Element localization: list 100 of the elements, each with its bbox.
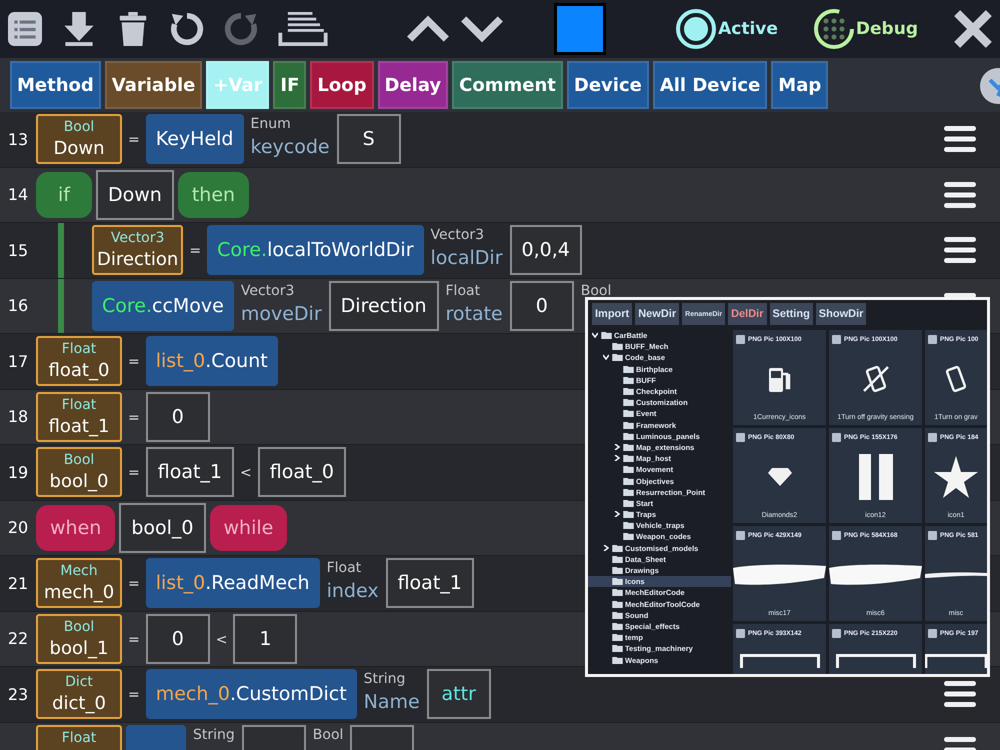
variable-name: float_0 xyxy=(48,359,110,383)
browser-button[interactable]: ShowDir xyxy=(816,303,866,325)
type-label: Float xyxy=(62,728,96,748)
type-label: Bool xyxy=(64,118,94,137)
operator-label: < xyxy=(239,465,253,482)
line-number: 19 xyxy=(8,462,28,482)
method-block[interactable]: Core.ccMove xyxy=(92,280,234,330)
category-tab[interactable]: Comment xyxy=(452,61,563,109)
line-number: 21 xyxy=(8,574,28,593)
operator-label: = xyxy=(127,576,141,592)
operator-label: = xyxy=(127,687,141,704)
keyword-block[interactable]: then xyxy=(178,172,250,218)
param-type-label: Vector3 xyxy=(430,226,486,245)
variable-block[interactable]: Vector3 Direction xyxy=(92,225,184,275)
keyword-block[interactable]: when xyxy=(36,504,116,550)
param-name: localDir xyxy=(430,246,503,271)
value-field[interactable]: 0 xyxy=(146,614,210,664)
value-field[interactable]: 0 xyxy=(510,280,574,330)
param-type-label: Vector3 xyxy=(240,282,296,300)
value-field[interactable]: 1 xyxy=(233,614,298,664)
value-field[interactable]: float_0 xyxy=(258,447,346,497)
toggle-label: Debug xyxy=(856,19,918,39)
variable-block[interactable]: Bool Down xyxy=(36,114,122,164)
category-tab[interactable]: Device xyxy=(566,61,649,109)
variable-block[interactable]: Dict dict_0 xyxy=(36,669,122,719)
method-block[interactable]: mech_0.CustomDict xyxy=(146,669,357,719)
value-field[interactable]: attr xyxy=(426,669,491,719)
category-tab[interactable]: Delay xyxy=(378,61,448,109)
keyword-block[interactable]: while xyxy=(210,504,288,550)
param-type-label: Enum xyxy=(250,115,292,134)
param-type-label: Bool xyxy=(312,726,344,744)
line-number: 23 xyxy=(8,684,28,704)
value-field[interactable]: Down xyxy=(96,170,174,220)
toggle-label: Active xyxy=(718,19,778,39)
operator-label: = xyxy=(127,465,141,482)
category-tab[interactable]: Loop xyxy=(310,61,374,109)
variable-name: Down xyxy=(53,137,104,161)
operator-label: = xyxy=(127,632,141,648)
value-field[interactable]: bool_0 xyxy=(119,502,206,552)
param-name: moveDir xyxy=(240,302,322,326)
variable-name: float_1 xyxy=(48,414,110,438)
line-number: 13 xyxy=(8,130,28,149)
line-number: 15 xyxy=(8,240,28,260)
variable-name: dict_0 xyxy=(52,692,106,716)
category-tab[interactable]: All Device xyxy=(652,61,768,109)
variable-block[interactable]: Float xyxy=(36,724,122,750)
value-field[interactable]: S xyxy=(336,114,401,164)
type-label: Bool xyxy=(64,618,94,636)
category-tab[interactable]: Map xyxy=(771,61,828,109)
method-block[interactable]: list_0.ReadMech xyxy=(146,558,320,608)
type-label: Mech xyxy=(60,562,98,581)
browser-button[interactable]: NewDir xyxy=(635,303,680,325)
param-name: keycode xyxy=(250,135,330,160)
param-name: Name xyxy=(364,690,420,715)
category-tab[interactable]: Method xyxy=(10,61,101,109)
category-tab[interactable]: Variable xyxy=(104,61,202,109)
value-field[interactable]: float_1 xyxy=(146,447,234,497)
value-field[interactable]: 0,0,4 xyxy=(510,225,582,275)
param-name: rotate xyxy=(446,302,503,326)
operator-label: = xyxy=(127,132,141,148)
variable-block[interactable]: Float float_1 xyxy=(36,392,122,442)
value-field[interactable]: 0 xyxy=(146,392,210,442)
type-label: Vector3 xyxy=(110,229,164,248)
type-label: Dict xyxy=(65,673,93,692)
method-block[interactable]: Core.localToWorldDir xyxy=(207,225,424,275)
line-number: 20 xyxy=(8,518,28,538)
line-number: 18 xyxy=(8,407,28,426)
line-number: 17 xyxy=(8,352,28,371)
param-name: index xyxy=(326,579,379,604)
param-type-label: Bool xyxy=(580,282,612,300)
type-label: Float xyxy=(62,340,96,359)
variable-name: bool_1 xyxy=(50,636,108,660)
variable-name: bool_0 xyxy=(50,470,108,494)
operator-label: < xyxy=(214,632,228,648)
variable-block[interactable]: Mech mech_0 xyxy=(36,558,122,608)
param-type-label: Float xyxy=(446,282,482,300)
variable-block[interactable]: Bool bool_0 xyxy=(36,447,122,497)
variable-block[interactable]: Float float_0 xyxy=(36,336,122,386)
param-type-label: String xyxy=(193,726,235,744)
operator-label: = xyxy=(127,410,141,426)
keyword-block[interactable]: if xyxy=(36,172,92,218)
category-tab[interactable]: IF xyxy=(273,61,306,109)
type-label: Float xyxy=(62,396,96,414)
method-block[interactable]: KeyHeld xyxy=(146,114,244,164)
line-number: 14 xyxy=(8,185,28,204)
type-label: Bool xyxy=(64,451,94,470)
variable-name: mech_0 xyxy=(44,581,114,605)
variable-name: Direction xyxy=(97,248,178,272)
variable-block[interactable]: Bool bool_1 xyxy=(36,614,122,664)
line-number: 22 xyxy=(8,629,28,648)
browser-button[interactable]: Import xyxy=(592,303,632,325)
line-number: 16 xyxy=(8,296,28,316)
param-type-label: String xyxy=(364,670,406,689)
browser-button[interactable]: Setting xyxy=(770,303,813,325)
browser-button[interactable]: DelDir xyxy=(728,303,767,325)
method-block[interactable]: list_0.Count xyxy=(146,336,278,386)
value-field[interactable]: float_1 xyxy=(386,558,474,608)
operator-label: = xyxy=(127,354,141,370)
param-type-label: Float xyxy=(326,559,362,578)
value-field[interactable]: Direction xyxy=(328,280,438,330)
